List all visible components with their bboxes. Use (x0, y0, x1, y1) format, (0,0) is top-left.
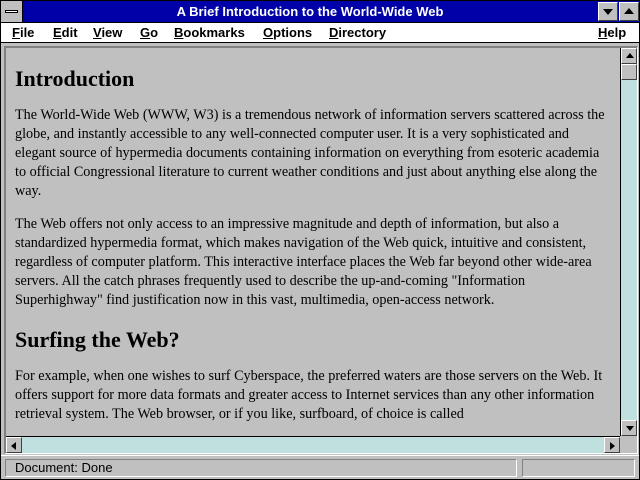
status-bar: Document: Done (1, 455, 639, 479)
menu-view[interactable]: View (93, 24, 122, 42)
progress-indicator (522, 459, 635, 477)
maximize-icon (624, 8, 634, 14)
paragraph-intro-2: The Web offers not only access to an imp… (15, 216, 592, 308)
minimize-button[interactable] (598, 2, 618, 21)
menu-directory[interactable]: Directory (329, 24, 386, 42)
menu-bookmarks[interactable]: Bookmarks (174, 24, 245, 42)
menu-go[interactable]: Go (140, 24, 158, 42)
maximize-button[interactable] (619, 2, 639, 21)
status-text: Document: Done (5, 459, 517, 477)
system-menu-icon[interactable] (1, 1, 23, 22)
scrollbar-corner (620, 436, 637, 453)
scroll-up-button[interactable] (621, 48, 637, 64)
heading-introduction: Introduction (15, 66, 135, 91)
browser-window: A Brief Introduction to the World-Wide W… (0, 0, 640, 480)
document-view[interactable]: Introduction The World-Wide Web (WWW, W3… (6, 49, 619, 436)
heading-surfing: Surfing the Web? (15, 327, 180, 352)
menu-help[interactable]: Help (598, 24, 626, 42)
horizontal-scrollbar[interactable] (6, 436, 620, 453)
menu-bar: File Edit View Go Bookmarks Options Dire… (1, 23, 639, 43)
menu-file[interactable]: File (12, 24, 34, 42)
minimize-icon (603, 9, 613, 15)
vertical-scrollbar[interactable] (620, 48, 637, 436)
paragraph-intro-1: The World-Wide Web (WWW, W3) is a tremen… (15, 107, 605, 199)
paragraph-surfing-1: For example, when one wishes to surf Cyb… (15, 368, 603, 422)
scroll-right-button[interactable] (604, 437, 620, 453)
scroll-left-button[interactable] (6, 437, 22, 453)
arrow-left-icon (11, 442, 16, 450)
arrow-up-icon (626, 53, 634, 58)
scroll-down-button[interactable] (621, 420, 637, 436)
arrow-down-icon (626, 426, 634, 431)
vertical-scroll-thumb[interactable] (621, 64, 637, 80)
window-title: A Brief Introduction to the World-Wide W… (176, 4, 444, 19)
arrow-right-icon (610, 442, 615, 450)
menu-options[interactable]: Options (263, 24, 312, 42)
title-bar: A Brief Introduction to the World-Wide W… (1, 1, 639, 23)
menu-edit[interactable]: Edit (53, 24, 78, 42)
